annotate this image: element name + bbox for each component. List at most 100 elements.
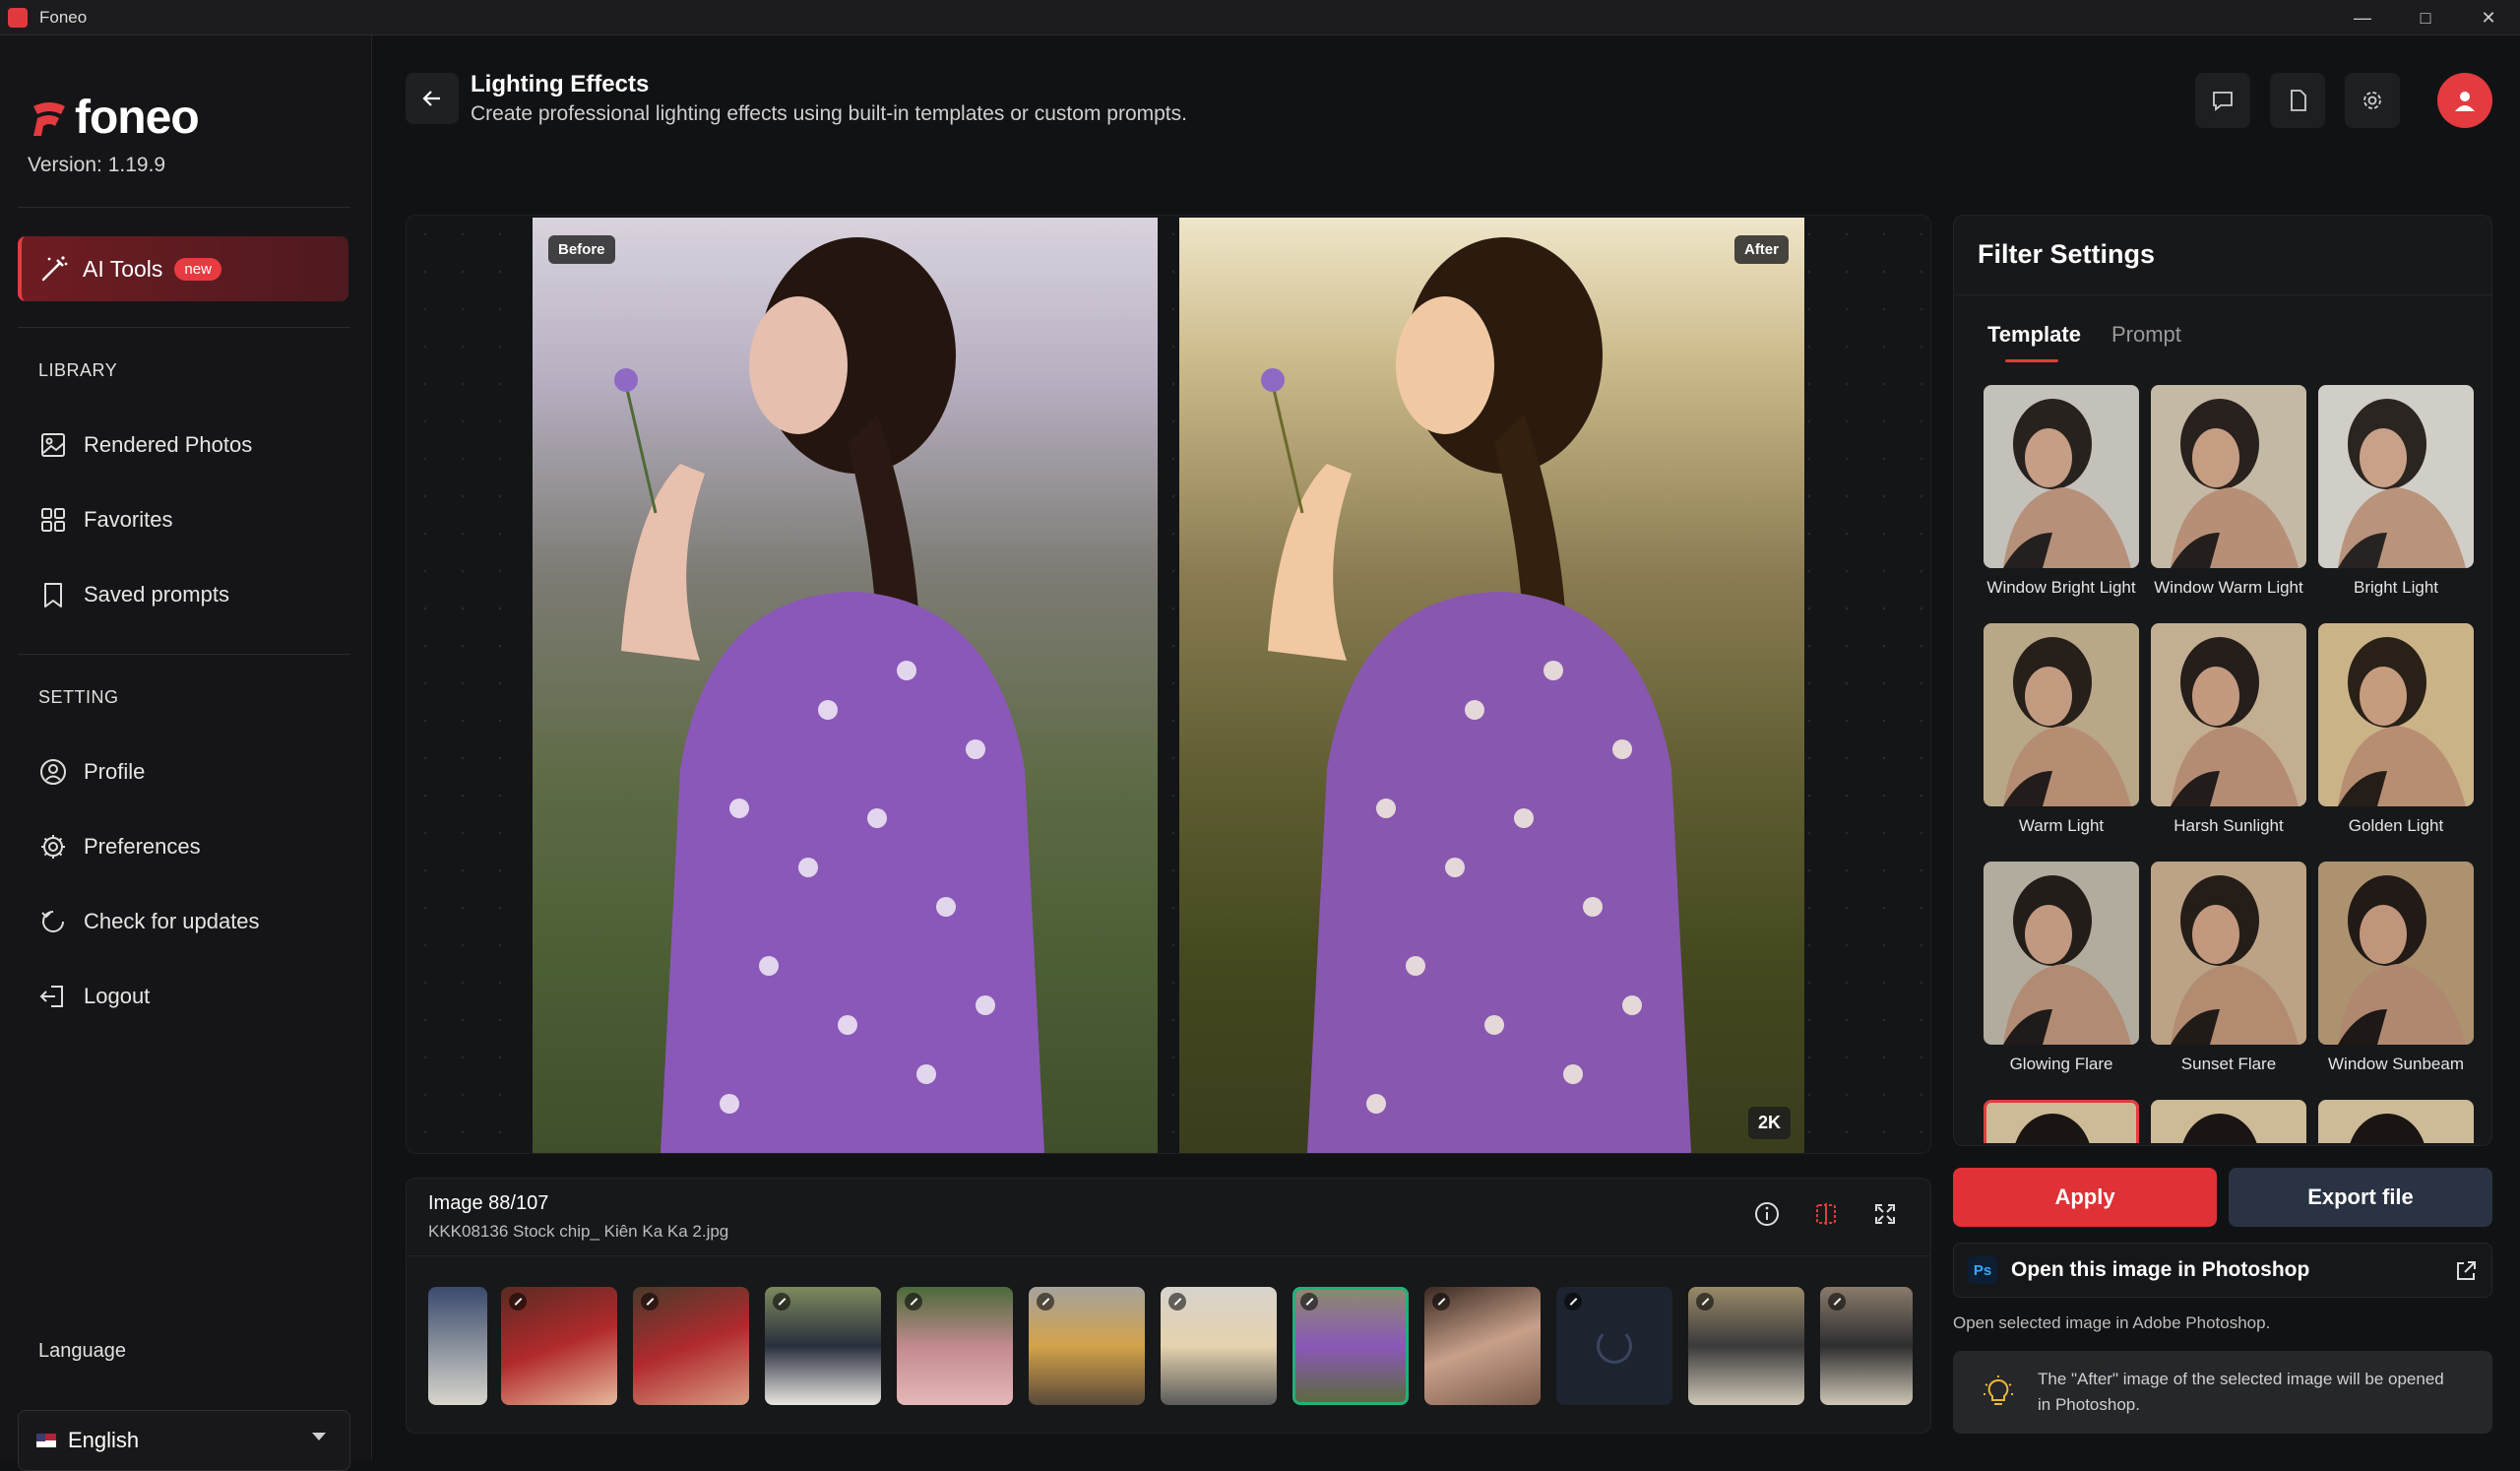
thumbnail[interactable] [1820,1287,1913,1405]
sidebar-item-logout[interactable]: Logout [38,977,150,1016]
new-badge: new [174,257,221,281]
template-sunset-flare[interactable]: Sunset Flare [2151,862,2306,1074]
thumbnail[interactable] [897,1287,1013,1405]
thumbnail-loading[interactable] [1556,1287,1672,1405]
template-harsh-sunlight[interactable]: Harsh Sunlight [2151,623,2306,836]
window-controls: — □ ✕ [2331,0,2520,35]
avatar[interactable] [2437,73,2492,128]
edited-icon [1168,1293,1186,1311]
divider [18,327,350,328]
edited-icon [1432,1293,1450,1311]
info-note-text: The "After" image of the selected image … [2038,1370,2444,1414]
thumbnail[interactable] [1161,1287,1277,1405]
thumbnail[interactable] [428,1287,487,1405]
user-circle-icon [40,759,66,785]
template-golden-light[interactable]: Golden Light [2318,623,2474,836]
template-thumbnail [1984,385,2139,568]
edited-icon [641,1293,659,1311]
open-in-photoshop-button[interactable]: Ps Open this image in Photoshop [1953,1243,2492,1298]
sidebar-item-label: AI Tools [83,255,163,282]
gear-icon [2363,92,2381,109]
template-window-sunbeam[interactable]: Window Sunbeam [2318,862,2474,1074]
edited-icon [773,1293,790,1311]
thumbnail[interactable] [633,1287,749,1405]
divider [18,207,350,208]
sidebar-item-saved-prompts[interactable]: Saved prompts [38,575,229,614]
sidebar: foneo Version: 1.19.9 AI Tools new LIBRA… [0,35,372,1471]
template-glowing-flare[interactable]: Glowing Flare [1984,862,2139,1074]
template-label: Harsh Sunlight [2174,816,2284,835]
library-heading: LIBRARY [38,360,118,380]
user-icon [2455,92,2475,111]
template-thumbnail [1984,1100,2139,1143]
compare-button[interactable] [1804,1192,1848,1236]
template-partial[interactable] [2318,1100,2474,1143]
fullscreen-button[interactable] [1863,1192,1907,1236]
template-window-bright-light[interactable]: Window Bright Light [1984,385,2139,598]
edited-icon [1828,1293,1846,1311]
thumbnail-selected[interactable] [1292,1287,1409,1405]
preview-canvas: Before After 2K [406,215,1931,1154]
app-logo-icon [8,7,28,28]
divider [18,654,350,655]
template-bright-light[interactable]: Bright Light [2318,385,2474,598]
document-button[interactable] [2270,73,2325,128]
thumbnail[interactable] [765,1287,881,1405]
thumbnail[interactable] [1688,1287,1804,1405]
tab-prompt[interactable]: Prompt [2111,322,2181,348]
maximize-icon[interactable]: □ [2394,0,2457,35]
after-image: After 2K [1179,218,1804,1153]
lightbulb-icon [1984,1375,2013,1405]
image-counter: Image 88/107 [428,1192,549,1214]
template-thumbnail [2318,862,2474,1045]
template-thumbnail [2151,1100,2306,1143]
sidebar-item-ai-tools[interactable]: AI Tools new [18,236,348,301]
divider [1954,294,2491,295]
sidebar-item-preferences[interactable]: Preferences [38,827,201,866]
template-thumbnail [2151,862,2306,1045]
export-file-button[interactable]: Export file [2229,1168,2492,1227]
thumbnail[interactable] [1029,1287,1145,1405]
brand-logo: foneo [28,91,200,145]
settings-button[interactable] [2345,73,2400,128]
template-thumbnail [2151,385,2306,568]
edited-icon [1037,1293,1054,1311]
filter-settings-panel: Filter Settings Template Prompt Window B… [1953,215,2492,1146]
language-select[interactable]: English [18,1410,350,1471]
template-selected[interactable] [1984,1100,2139,1143]
setting-heading: SETTING [38,687,119,707]
arrow-left-icon [422,91,440,106]
gear-icon [41,835,65,859]
active-tab-indicator [2005,359,2058,362]
photoshop-description: Open selected image in Adobe Photoshop. [1953,1313,2271,1332]
info-button[interactable] [1745,1192,1789,1236]
sidebar-item-favorites[interactable]: Favorites [38,500,172,540]
template-warm-light[interactable]: Warm Light [1984,623,2139,836]
template-window-warm-light[interactable]: Window Warm Light [2151,385,2306,598]
thumbnail[interactable] [1424,1287,1541,1405]
close-icon[interactable]: ✕ [2457,0,2520,35]
tab-template[interactable]: Template [1987,322,2081,348]
sidebar-item-check-for-updates[interactable]: Check for updates [38,902,260,941]
feedback-button[interactable] [2195,73,2250,128]
image-strip: Image 88/107 KKK08136 Stock chip_ Kiên K… [406,1178,1931,1434]
template-partial[interactable] [2151,1100,2306,1143]
sidebar-item-label: Profile [84,759,146,784]
template-thumbnail [1984,862,2139,1045]
us-flag-icon [36,1434,56,1447]
page-subtitle: Create professional lighting effects usi… [471,102,1187,125]
minimize-icon[interactable]: — [2331,0,2394,35]
sidebar-item-profile[interactable]: Profile [38,752,145,792]
sidebar-item-rendered-photos[interactable]: Rendered Photos [38,425,252,465]
template-label: Glowing Flare [2009,1055,2113,1073]
template-label: Sunset Flare [2180,1055,2277,1073]
back-button[interactable] [406,73,459,124]
apply-button[interactable]: Apply [1953,1168,2217,1227]
thumbnail[interactable] [501,1287,617,1405]
info-icon [1755,1202,1779,1226]
sidebar-item-label: Check for updates [84,909,260,933]
template-label: Window Warm Light [2154,578,2303,597]
sidebar-item-label: Saved prompts [84,582,229,607]
window-title: Foneo [39,7,88,27]
template-label: Golden Light [2348,816,2444,835]
